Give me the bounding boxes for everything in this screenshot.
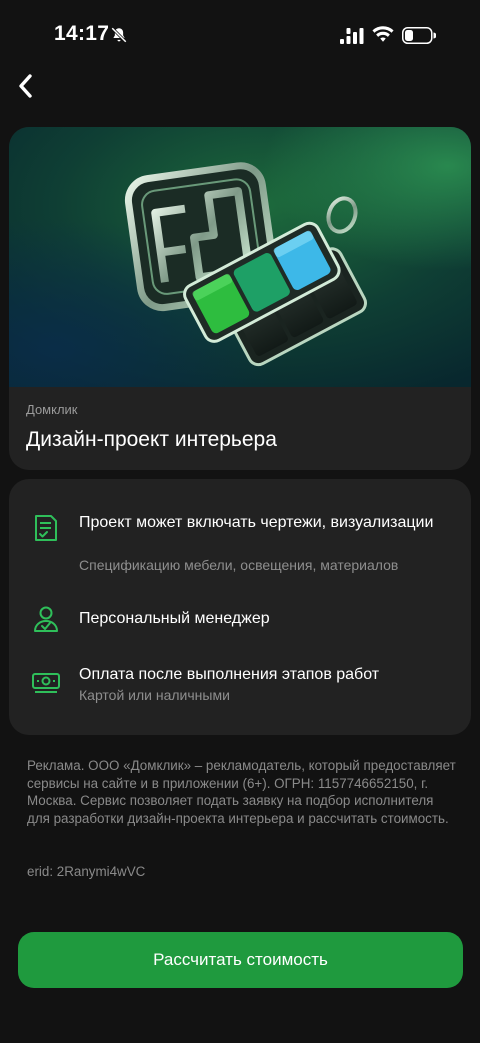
feature-title: Оплата после выполнения этапов работ [79, 666, 380, 683]
signal-icon [340, 28, 364, 44]
features-card: Проект может включать чертежи, визуализа… [9, 479, 471, 735]
brand-name: Домклик [26, 402, 78, 417]
status-time: 14:17 [54, 22, 110, 45]
feature-subtitle: Спецификацию мебели, освещения, материал… [79, 557, 399, 573]
wifi-icon [372, 26, 394, 42]
status-bar: 14:17 [0, 0, 480, 70]
back-button[interactable] [8, 68, 44, 104]
hero-card: Домклик Дизайн-проект интерьера [9, 127, 471, 470]
erid-label: erid: 2Ranymi4wVC [27, 864, 146, 879]
battery-icon [402, 27, 436, 44]
legal-disclaimer: Реклама. ООО «Домклик» – рекламодатель, … [27, 758, 456, 826]
bell-off-icon [111, 27, 127, 43]
cash-payment-icon [32, 673, 60, 693]
hero-illustration [9, 127, 471, 387]
feature-subtitle: Картой или наличными [79, 687, 230, 703]
feature-title: Проект может включать чертежи, визуализа… [79, 514, 434, 531]
chevron-left-icon [19, 74, 32, 98]
page-title: Дизайн-проект интерьера [26, 428, 277, 451]
blueprint-document-icon [35, 515, 57, 541]
manager-person-icon [34, 606, 58, 632]
calculate-cost-button[interactable]: Рассчитать стоимость [18, 932, 463, 988]
feature-title: Персональный менеджер [79, 610, 270, 627]
